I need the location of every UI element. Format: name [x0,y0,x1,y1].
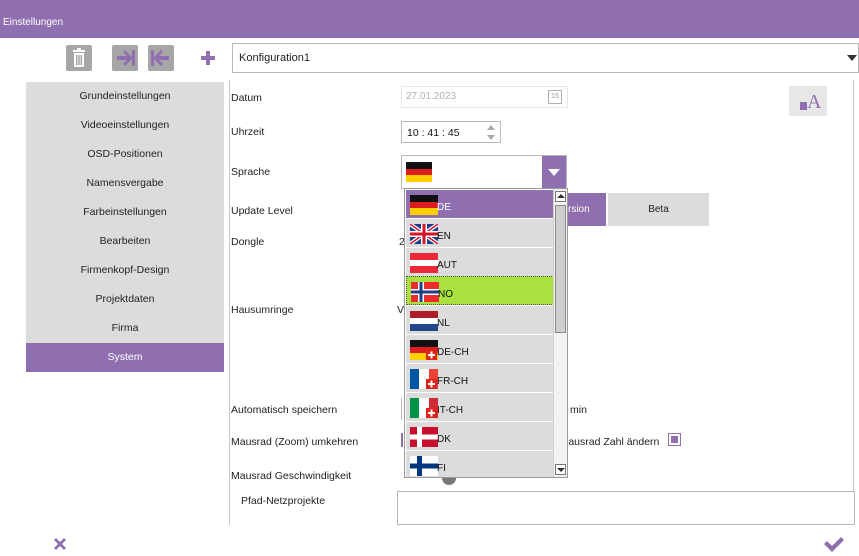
language-option-it-ch[interactable]: IT-CH [406,392,554,421]
trash-icon[interactable] [66,45,92,71]
date-label: Datum [231,92,262,104]
settings-sidebar: Grundeinstellungen Videoeinstellungen OSD-… [26,82,224,372]
scroll-down-icon[interactable] [555,464,566,475]
sidebar-item-grundeinstellungen[interactable]: Grundeinstellungen [26,82,224,111]
panel-scrollbar[interactable] [853,80,859,525]
plus-icon[interactable] [195,45,221,71]
language-option-label: DE [437,202,451,213]
netherlands-flag-icon [410,311,438,331]
norway-flag-icon [411,282,439,302]
language-option-label: FI [437,463,446,474]
language-option-fi[interactable]: FI [406,450,554,477]
title-bar: Einstellungen [0,0,859,38]
wheel-speed-label: Mausrad Geschwindigkeit [231,470,352,482]
germany-flag-icon [410,195,438,215]
spinner-icon[interactable] [487,125,495,140]
wheel-count-label: lausrad Zahl ändern [566,436,660,448]
date-field[interactable]: 27.01.2023 15 [401,86,568,108]
update-level-label: Update Level [231,205,293,217]
sidebar-item-osd-positionen[interactable]: OSD-Positionen [26,140,224,169]
configuration-value: Konfiguration1 [239,52,310,64]
language-option-label: IT-CH [437,405,464,416]
language-option-en[interactable]: EN [406,218,554,247]
sidebar-item-farbeinstellungen[interactable]: Farbeinstellungen [26,198,224,227]
scroll-thumb[interactable] [555,205,566,333]
sidebar-item-projektdaten[interactable]: Projektdaten [26,285,224,314]
sidebar-item-system[interactable]: System [26,343,224,372]
language-option-label: AUT [437,260,457,271]
denmark-flag-icon [410,427,438,447]
germany-swiss-flag-icon [410,340,438,360]
sidebar-item-namensvergabe[interactable]: Namensvergabe [26,169,224,198]
language-select[interactable] [401,155,567,189]
language-option-dk[interactable]: DK [406,421,554,450]
language-option-de[interactable]: DE [406,189,554,218]
scroll-up-icon[interactable] [555,191,566,202]
autosave-unit: min [570,404,587,416]
language-dropdown-list[interactable]: FI DK IT-CH FR-CH DE-CH NL NO AUT EN DE [404,188,568,478]
language-option-nl[interactable]: NL [406,305,554,334]
network-path-input[interactable] [397,491,855,525]
invert-zoom-label: Mausrad (Zoom) umkehren [231,436,359,448]
dropdown-scrollbar[interactable] [553,189,567,477]
austria-flag-icon [410,253,438,273]
house-rings-value: V [397,304,405,316]
language-option-label: DK [437,434,451,445]
update-level-beta-option[interactable]: Beta [608,193,709,226]
dongle-label: Dongle [231,236,265,248]
language-option-label: EN [437,231,451,242]
language-option-de-ch[interactable]: DE-CH [406,334,554,363]
language-option-fr-ch[interactable]: FR-CH [406,363,554,392]
update-level-version-option[interactable]: rsion [566,193,606,226]
sidebar-item-firma[interactable]: Firma [26,314,224,343]
germany-flag-icon [406,162,432,182]
autosave-label: Automatisch speichern [231,404,338,416]
uk-flag-icon [410,224,438,244]
time-label: Uhrzeit [231,126,265,138]
language-option-label: NL [437,318,450,329]
chevron-down-icon[interactable] [846,44,858,72]
wheel-count-checkbox[interactable] [668,433,681,446]
font-settings-button[interactable]: A [789,86,827,116]
settings-window: Einstellungen Konfiguration1 Grundeinste… [0,0,859,556]
calendar-icon[interactable]: 15 [548,90,562,104]
font-trash-icon: A [800,91,822,113]
svg-text:A: A [807,91,822,113]
language-option-label: DE-CH [437,347,469,358]
network-path-label: Pfad-Netzprojekte [241,495,326,507]
language-option-aut[interactable]: AUT [406,247,554,276]
language-label: Sprache [231,166,271,178]
italy-swiss-flag-icon [410,398,438,418]
france-swiss-flag-icon [410,369,438,389]
sidebar-item-bearbeiten[interactable]: Bearbeiten [26,227,224,256]
checkmark-icon[interactable] [822,535,844,553]
configuration-select[interactable]: Konfiguration1 [232,43,859,73]
window-title: Einstellungen [3,17,64,28]
sidebar-item-videoeinstellungen[interactable]: Videoeinstellungen [26,111,224,140]
time-value: 10 : 41 : 45 [407,127,460,139]
house-rings-label: Hausumringe [231,304,294,316]
chevron-down-icon[interactable] [542,156,566,188]
date-value: 27.01.2023 [406,91,457,102]
time-field[interactable]: 10 : 41 : 45 [401,121,501,143]
sidebar-item-firmenkopf-design[interactable]: Firmenkopf-Design [26,256,224,285]
language-option-label: NO [438,289,453,300]
skip-to-end-icon[interactable] [112,45,138,71]
finland-flag-icon [410,456,438,476]
skip-to-start-icon[interactable] [148,45,174,71]
language-option-no[interactable]: NO [406,276,554,305]
language-option-label: FR-CH [437,376,469,387]
close-icon[interactable] [51,535,69,553]
